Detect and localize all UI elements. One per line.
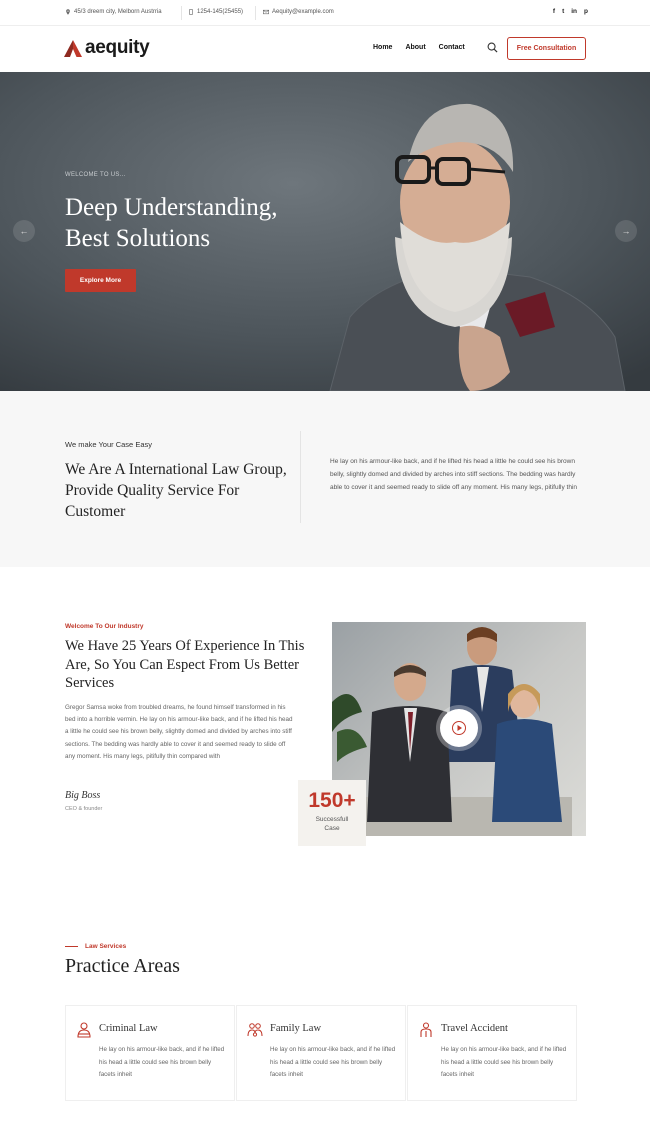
card-text: He lay on his armour-like back, and if h…: [270, 1046, 396, 1078]
about-title: We Are A International Law Group, Provid…: [65, 461, 287, 520]
hero-title-line: Deep Understanding,: [65, 194, 278, 221]
mail-icon: [263, 9, 269, 15]
practice-section: Law Services Practice Areas Criminal Law…: [0, 887, 650, 1142]
topbar-address-text: 45/3 dreem city, Melborn Austrria: [74, 9, 162, 15]
experience-text: Gregor Samsa woke from troubled dreams, …: [65, 704, 293, 760]
play-icon: [452, 721, 466, 735]
about-eyebrow: We make Your Case Easy: [65, 440, 152, 449]
hero-title: Deep Understanding, Best Solutions: [65, 192, 277, 254]
search-icon[interactable]: [487, 42, 498, 53]
signature: Big Boss: [65, 790, 101, 801]
counter-label-line: Case: [324, 824, 340, 832]
phone-icon: [189, 9, 193, 15]
practice-eyebrow: Law Services: [65, 943, 126, 950]
hero-slider: WELCOME TO US... Deep Understanding, Bes…: [0, 72, 650, 391]
practice-card-family-law[interactable]: Family Law He lay on his armour-like bac…: [236, 1005, 406, 1101]
linkedin-icon[interactable]: in: [571, 8, 577, 15]
nav-contact[interactable]: Contact: [439, 44, 465, 51]
top-bar: 45/3 dreem city, Melborn Austrria 1254-1…: [0, 0, 650, 26]
slider-next-button[interactable]: →: [615, 220, 637, 242]
arrow-left-icon: ←: [19, 226, 29, 236]
site-header: aequity Home About Contact Free Consulta…: [0, 26, 650, 72]
nav-home[interactable]: Home: [373, 44, 392, 51]
practice-eyebrow-text: Law Services: [85, 943, 127, 950]
topbar-phone[interactable]: 1254-145(25455): [188, 9, 243, 15]
logo-text: aequity: [85, 37, 150, 58]
experience-eyebrow: Welcome To Our Industry: [65, 623, 144, 630]
location-pin-icon: [66, 9, 70, 15]
explore-more-button[interactable]: Explore More: [65, 269, 136, 292]
criminal-law-icon: [77, 1022, 91, 1038]
card-text: He lay on his armour-like back, and if h…: [99, 1046, 225, 1078]
about-divider: [300, 431, 301, 523]
counter-label-line: Successfull: [315, 816, 349, 823]
logo-mark-icon: [64, 39, 82, 57]
topbar-separator: [255, 6, 256, 20]
hero-title-line: Best Solutions: [65, 225, 211, 252]
topbar-email-text: Aequity@example.com: [272, 9, 334, 15]
twitter-icon[interactable]: t: [562, 8, 564, 15]
hero-eyebrow: WELCOME TO US...: [65, 172, 126, 178]
signature-role: CEO & founder: [65, 806, 103, 812]
topbar-separator: [181, 6, 182, 20]
logo[interactable]: aequity: [64, 37, 150, 59]
practice-card-criminal-law[interactable]: Criminal Law He lay on his armour-like b…: [65, 1005, 235, 1101]
main-nav: Home About Contact: [373, 44, 465, 51]
pinterest-icon[interactable]: p: [584, 8, 588, 15]
family-law-icon: [247, 1023, 263, 1037]
practice-card-travel-accident[interactable]: Travel Accident He lay on his armour-lik…: [407, 1005, 577, 1101]
card-text: He lay on his armour-like back, and if h…: [441, 1046, 567, 1078]
card-title: Travel Accident: [441, 1023, 508, 1034]
play-video-button[interactable]: [440, 709, 478, 747]
nav-about[interactable]: About: [405, 44, 425, 51]
about-section: We make Your Case Easy We Are A Internat…: [0, 391, 650, 567]
arrow-right-icon: →: [621, 226, 631, 236]
about-text: He lay on his armour-like back, and if h…: [330, 458, 578, 491]
topbar-email[interactable]: Aequity@example.com: [263, 9, 334, 15]
success-counter: 150+ Successfull Case: [298, 780, 366, 846]
practice-title: Practice Areas: [65, 955, 180, 977]
topbar-address: 45/3 dreem city, Melborn Austrria: [65, 9, 162, 15]
counter-label: Successfull Case: [298, 816, 366, 833]
counter-value: 150+: [308, 789, 356, 812]
experience-title: We Have 25 Years Of Experience In This A…: [65, 638, 305, 691]
card-title: Criminal Law: [99, 1023, 158, 1034]
eyebrow-line: [65, 946, 78, 947]
facebook-icon[interactable]: f: [553, 8, 555, 15]
slider-prev-button[interactable]: ←: [13, 220, 35, 242]
social-links: f t in p: [553, 8, 588, 15]
free-consultation-button[interactable]: Free Consultation: [507, 37, 586, 60]
travel-accident-icon: [420, 1022, 432, 1037]
topbar-phone-text: 1254-145(25455): [197, 9, 244, 15]
card-title: Family Law: [270, 1023, 322, 1034]
